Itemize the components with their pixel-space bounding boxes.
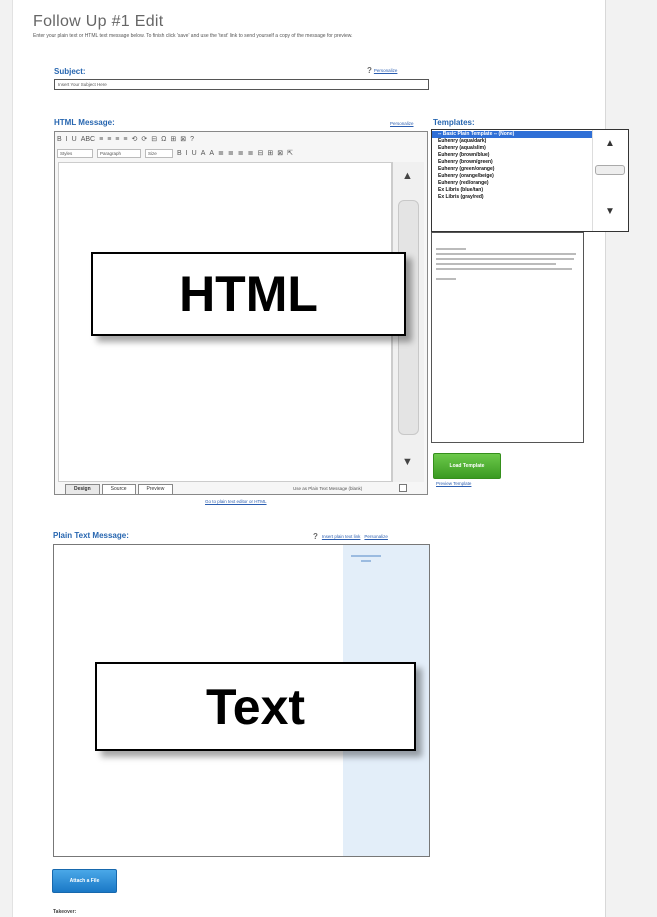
toolbar-button[interactable]: ≡ bbox=[99, 135, 103, 145]
page-description: Enter your plain text or HTML text messa… bbox=[33, 33, 353, 39]
help-icon[interactable]: ? bbox=[313, 532, 318, 541]
format-select[interactable]: Paragraph bbox=[97, 149, 141, 158]
templates-scroll-thumb[interactable] bbox=[595, 165, 625, 175]
toolbar-button[interactable]: ⟳ bbox=[141, 135, 147, 145]
toolbar-button[interactable]: U bbox=[72, 135, 77, 145]
subject-help: ? Personalize bbox=[367, 66, 397, 75]
templates-scroll-down-icon[interactable]: ▼ bbox=[605, 206, 615, 217]
preview-template-link[interactable]: Preview Template bbox=[436, 481, 471, 486]
toolbar-button[interactable]: ⊞ bbox=[267, 149, 273, 159]
toolbar-button[interactable]: ⊞ bbox=[170, 135, 176, 145]
toolbar-button[interactable]: ≡ bbox=[107, 135, 111, 145]
toolbar-button[interactable]: ⊠ bbox=[180, 135, 186, 145]
footer-label: Takeover: bbox=[53, 909, 77, 915]
toolbar-button[interactable]: ? bbox=[190, 135, 194, 145]
html-overlay-label: HTML bbox=[91, 252, 406, 336]
toolbar-button[interactable]: B bbox=[177, 149, 182, 159]
subject-personalize-link[interactable]: Personalize bbox=[374, 68, 398, 73]
toolbar-button[interactable]: ≡ bbox=[115, 135, 119, 145]
editor-toolbar-row-1: B I U ABC ≡ ≡ ≡ ≡ ⟲ ⟳ ⊟ Ω ⊞ ⊠? bbox=[57, 133, 194, 146]
toolbar-button[interactable]: ABC bbox=[81, 135, 95, 145]
toolbar-button[interactable]: B bbox=[57, 135, 62, 145]
html-personalize-link[interactable]: Personalize bbox=[390, 121, 414, 126]
editor-toolbar-row-2: Styles Paragraph Size B I U A A ≣ ≣ ≣ ≣ ⊟ ⊞ ⊠ ⇱ bbox=[57, 147, 293, 160]
toolbar-button[interactable]: ⊠ bbox=[277, 149, 283, 159]
tab-preview[interactable]: Preview bbox=[137, 484, 174, 495]
tab-source[interactable]: Source bbox=[101, 484, 136, 495]
subject-input[interactable]: Insert Your Subject Here bbox=[54, 79, 429, 90]
plain-personalize-link[interactable]: Personalize bbox=[364, 534, 388, 539]
toolbar-button[interactable]: ⊟ bbox=[151, 135, 157, 145]
scroll-up-icon[interactable]: ▲ bbox=[402, 170, 413, 182]
toolbar-button[interactable]: ⟲ bbox=[131, 135, 137, 145]
editor-switch-link[interactable]: Go to plain text editor or HTML bbox=[205, 499, 267, 504]
preview-line bbox=[436, 263, 556, 265]
attach-file-button[interactable]: Attach a File bbox=[52, 869, 117, 893]
preview-line bbox=[436, 258, 574, 260]
toolbar-button[interactable]: ⇱ bbox=[287, 149, 293, 159]
toolbar-button[interactable]: ≣ bbox=[248, 149, 254, 159]
insert-link-link[interactable]: Insert plain text link bbox=[322, 534, 361, 539]
style-select[interactable]: Styles bbox=[57, 149, 93, 158]
subject-label: Subject: bbox=[54, 67, 86, 76]
toolbar-button[interactable]: ≣ bbox=[228, 149, 234, 159]
template-preview bbox=[431, 232, 584, 443]
toolbar-button[interactable]: U bbox=[192, 149, 197, 159]
scroll-down-icon[interactable]: ▼ bbox=[402, 456, 413, 468]
toolbar-button[interactable]: ≣ bbox=[218, 149, 224, 159]
toolbar-button[interactable]: A bbox=[209, 149, 214, 159]
page-title: Follow Up #1 Edit bbox=[33, 13, 164, 30]
toolbar-button[interactable]: ≣ bbox=[238, 149, 244, 159]
plain-text-checkbox[interactable] bbox=[399, 484, 407, 492]
plain-text-label: Plain Text Message: bbox=[53, 531, 129, 540]
preview-line bbox=[436, 253, 576, 255]
templates-scroll-up-icon[interactable]: ▲ bbox=[605, 138, 615, 149]
templates-list[interactable]: -- Basic Plain Template -- (None) Euhenry… bbox=[431, 129, 629, 232]
text-overlay-label: Text bbox=[95, 662, 416, 751]
load-template-button[interactable]: Load Template bbox=[433, 453, 501, 479]
sidebar-line bbox=[351, 555, 381, 557]
preview-line bbox=[436, 278, 456, 280]
toolbar-button[interactable]: Ω bbox=[161, 135, 166, 145]
sidebar-line bbox=[361, 560, 371, 562]
toolbar-button[interactable]: I bbox=[66, 135, 68, 145]
toolbar-button[interactable]: ⊟ bbox=[258, 149, 264, 159]
html-message-label: HTML Message: bbox=[54, 118, 115, 127]
plain-text-option: Use as Plain Text Message (blank) bbox=[293, 486, 363, 491]
preview-line bbox=[436, 248, 466, 250]
toolbar-button[interactable]: I bbox=[186, 149, 188, 159]
toolbar-button[interactable]: A bbox=[201, 149, 206, 159]
help-icon[interactable]: ? bbox=[367, 66, 372, 75]
preview-line bbox=[436, 268, 572, 270]
editor-mode-tabs: Design Source Preview bbox=[65, 484, 174, 495]
plain-text-links: ? Insert plain text link Personalize bbox=[313, 532, 388, 541]
tab-design[interactable]: Design bbox=[65, 484, 100, 495]
templates-label: Templates: bbox=[433, 118, 475, 127]
toolbar-button[interactable]: ≡ bbox=[123, 135, 127, 145]
size-select[interactable]: Size bbox=[145, 149, 173, 158]
templates-scrollbar[interactable]: ▲ ▼ bbox=[592, 130, 628, 231]
